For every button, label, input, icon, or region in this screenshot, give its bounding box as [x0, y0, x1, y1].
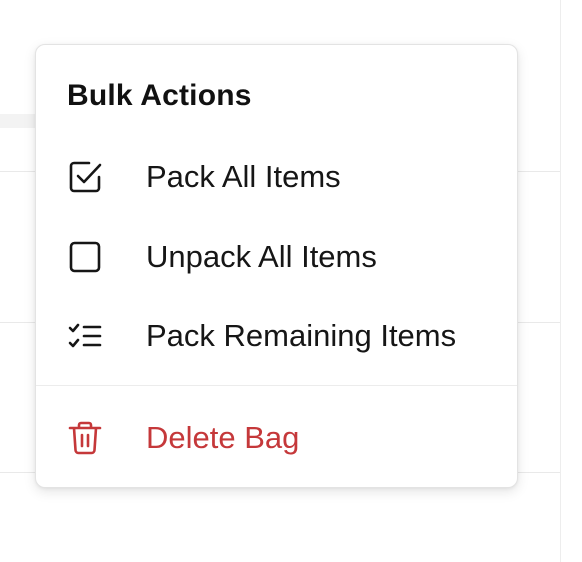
checkbox-empty-icon [67, 239, 103, 275]
pack-remaining-items-menu-item[interactable]: Pack Remaining Items [36, 304, 517, 368]
pack-remaining-items-label: Pack Remaining Items [146, 318, 457, 353]
trash-icon [67, 420, 103, 456]
menu-title: Bulk Actions [67, 79, 252, 112]
background-field [0, 114, 40, 128]
background-panel-edge [560, 0, 561, 562]
pack-all-items-label: Pack All Items [146, 159, 341, 194]
menu-divider [36, 385, 517, 386]
delete-bag-label: Delete Bag [146, 420, 300, 455]
checkbox-checked-icon [67, 159, 103, 195]
unpack-all-items-menu-item[interactable]: Unpack All Items [36, 225, 517, 289]
unpack-all-items-label: Unpack All Items [146, 239, 377, 274]
delete-bag-menu-item[interactable]: Delete Bag [36, 406, 517, 470]
bulk-actions-menu: Bulk Actions Pack All Items Unpack All I… [35, 44, 518, 488]
checklist-icon [67, 318, 103, 354]
pack-all-items-menu-item[interactable]: Pack All Items [36, 145, 517, 209]
